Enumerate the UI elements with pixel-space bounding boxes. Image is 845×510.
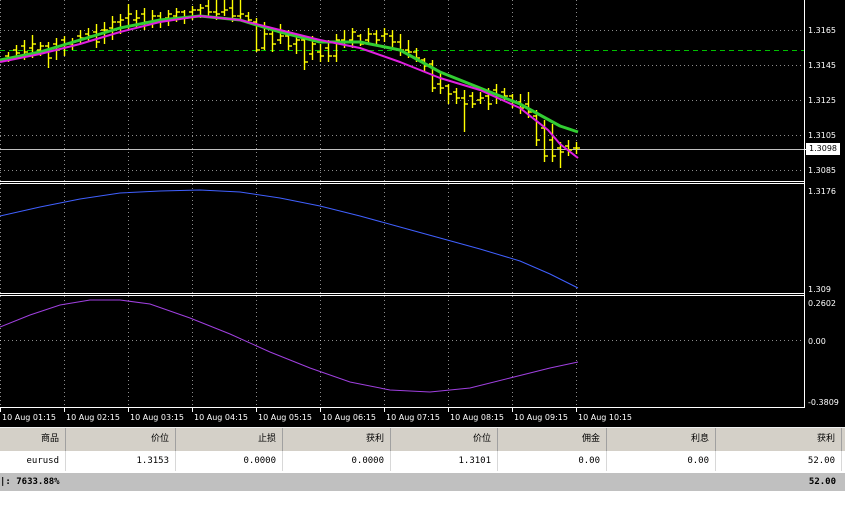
price-tick-label: 1.3085 xyxy=(808,166,836,175)
summary-row: |: 7633.88% 52.00 xyxy=(0,473,845,491)
cell-price: 1.3101 xyxy=(391,451,498,471)
indicators xyxy=(0,189,579,393)
chart-area[interactable]: 1.3165 1.3145 1.3125 1.3105 1.3085 1.3176 1.30… xyxy=(0,0,845,427)
summary-label: |: 7633.88% xyxy=(0,477,60,487)
cell-tp: 0.0000 xyxy=(283,451,391,471)
col-profit-header[interactable]: 获利 xyxy=(716,428,842,451)
time-tick-label: 10 Aug 10:15 xyxy=(578,413,632,422)
col-swap-header[interactable]: 利息 xyxy=(607,428,716,451)
col-open-price-header[interactable]: 价位 xyxy=(66,428,176,451)
current-price-label: 1.3098 xyxy=(806,143,840,155)
time-tick-label: 10 Aug 02:15 xyxy=(66,413,120,422)
price-tick-label: 1.3165 xyxy=(808,26,836,35)
chart-canvas[interactable]: 1.3165 1.3145 1.3125 1.3105 1.3085 1.3176 1.30… xyxy=(0,0,845,427)
price-tick-label: 1.3105 xyxy=(808,131,836,140)
terminal-panel[interactable]: 商品 价位 止损 获利 价位 佣金 利息 获利 eurusd 1.3153 0.… xyxy=(0,427,845,510)
cell-profit: 52.00 xyxy=(716,451,842,471)
col-commission-header[interactable]: 佣金 xyxy=(498,428,607,451)
col-sl-header[interactable]: 止损 xyxy=(176,428,283,451)
cell-swap: 0.00 xyxy=(607,451,716,471)
time-tick-label: 10 Aug 09:15 xyxy=(514,413,568,422)
col-price-header[interactable]: 价位 xyxy=(391,428,498,451)
time-tick-label: 10 Aug 07:15 xyxy=(386,413,440,422)
price-tick-label: 1.3145 xyxy=(808,61,836,70)
time-tick-label: 10 Aug 01:15 xyxy=(2,413,56,422)
time-tick-label: 10 Aug 05:15 xyxy=(258,413,312,422)
indicator1-tick-label: 1.309 xyxy=(808,285,831,294)
col-symbol-header[interactable]: 商品 xyxy=(0,428,66,451)
cell-symbol: eurusd xyxy=(0,451,66,471)
cell-commission: 0.00 xyxy=(498,451,607,471)
indicator2-tick-label: 0.2602 xyxy=(808,299,836,308)
indicator2-tick-label: 0.00 xyxy=(808,337,826,346)
indicator2-line xyxy=(0,299,579,393)
time-tick-label: 10 Aug 04:15 xyxy=(194,413,248,422)
time-tick-label: 10 Aug 06:15 xyxy=(322,413,376,422)
summary-profit: 52.00 xyxy=(808,477,836,487)
indicator1-tick-label: 1.3176 xyxy=(808,187,836,196)
terminal-empty-area xyxy=(0,491,845,510)
indicator1-line xyxy=(0,189,579,289)
terminal-header: 商品 价位 止损 获利 价位 佣金 利息 获利 xyxy=(0,427,845,452)
indicator2-tick-label: -0.3809 xyxy=(808,398,839,407)
time-tick-label: 10 Aug 08:15 xyxy=(450,413,504,422)
price-tick-label: 1.3125 xyxy=(808,96,836,105)
time-tick-label: 10 Aug 03:15 xyxy=(130,413,184,422)
cell-sl: 0.0000 xyxy=(176,451,283,471)
table-row[interactable]: eurusd 1.3153 0.0000 0.0000 1.3101 0.00 … xyxy=(0,451,845,471)
cell-open-price: 1.3153 xyxy=(66,451,176,471)
col-tp-header[interactable]: 获利 xyxy=(283,428,391,451)
